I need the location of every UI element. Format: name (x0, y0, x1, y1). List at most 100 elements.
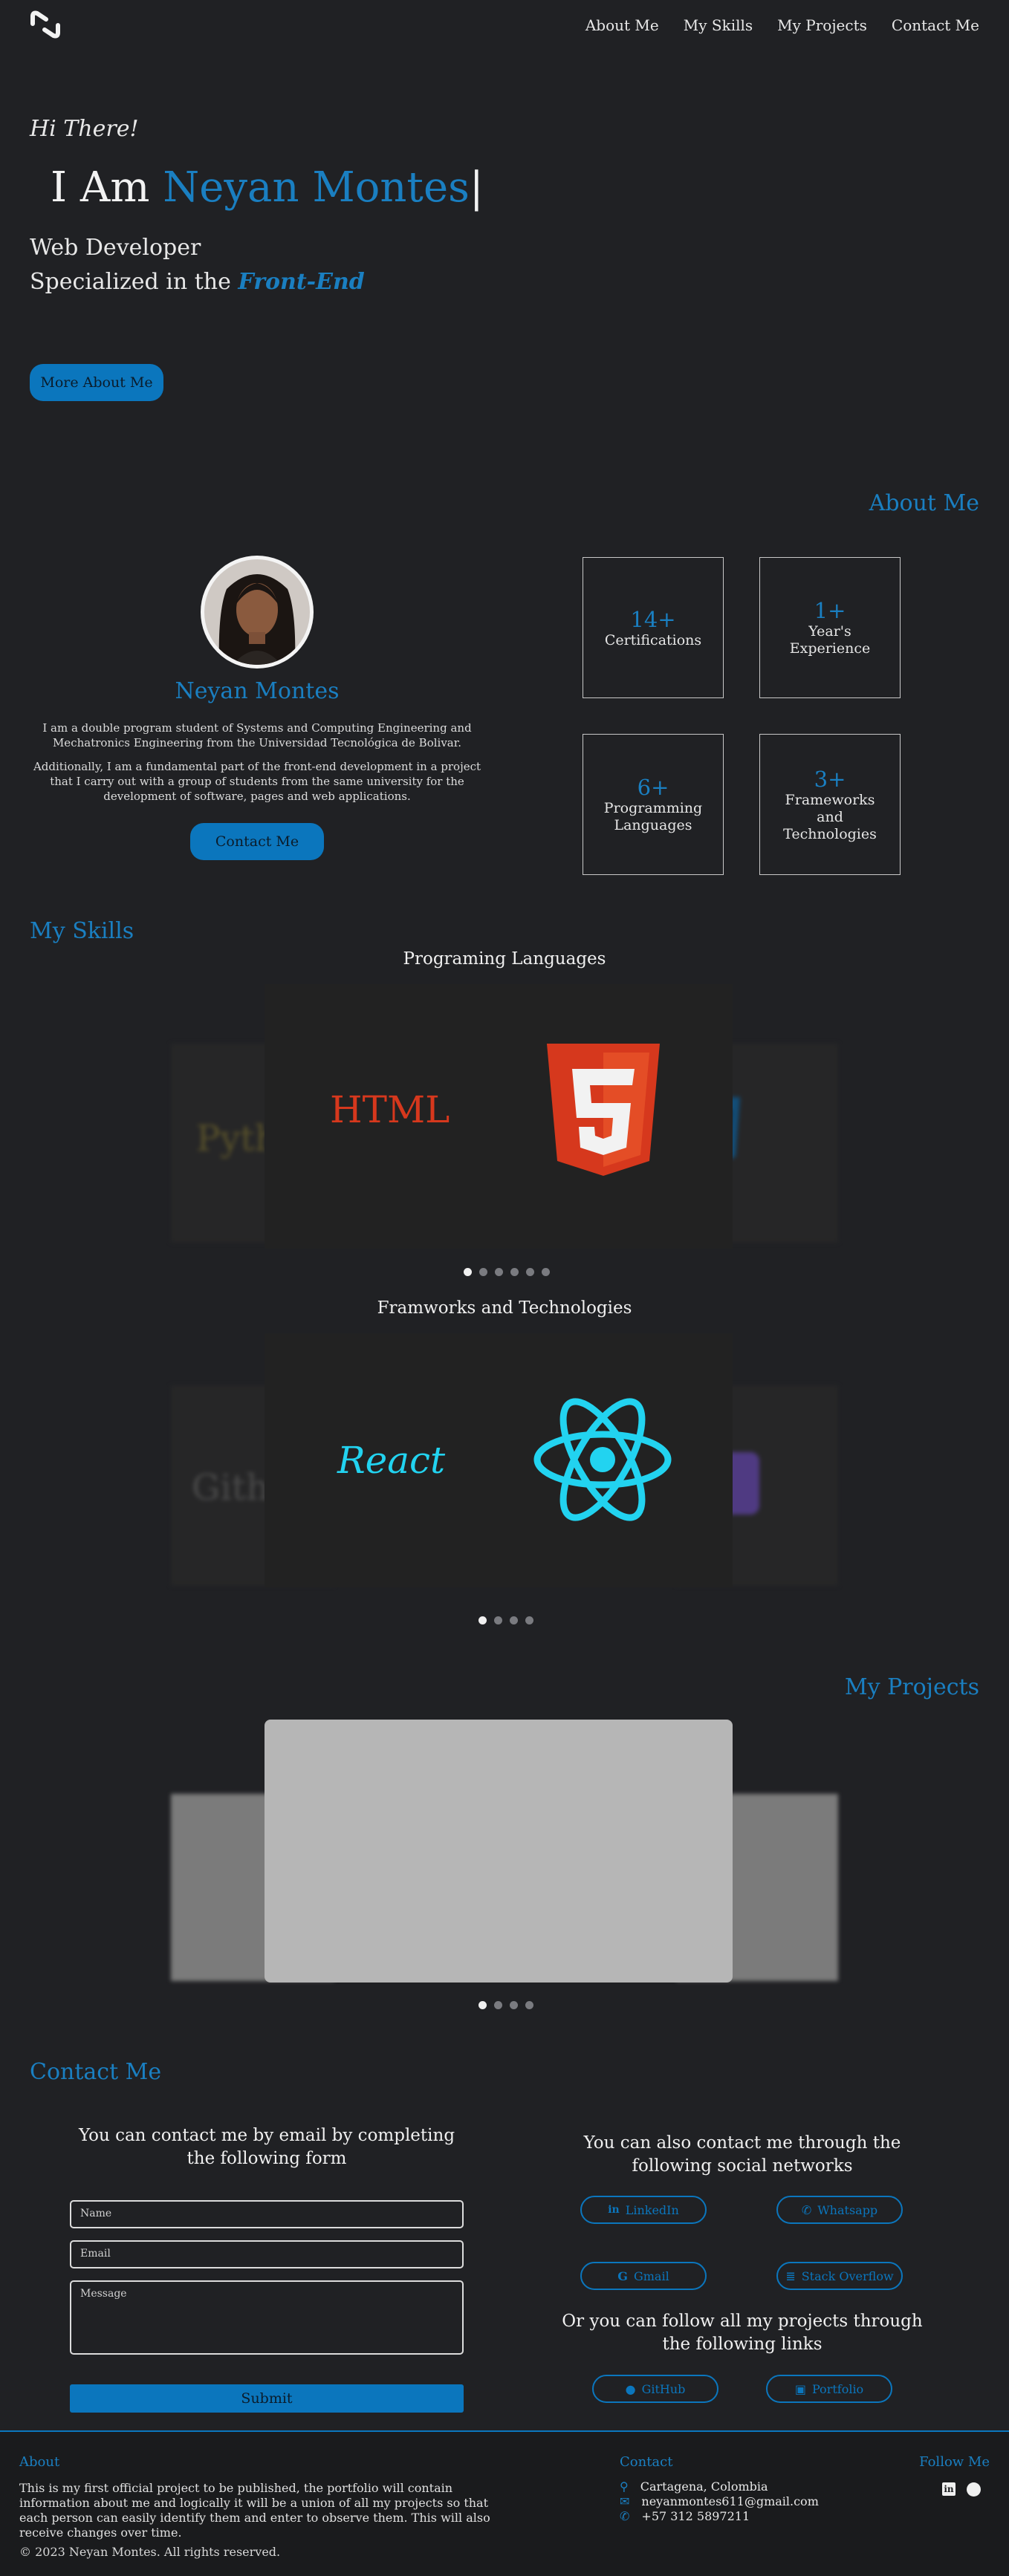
typing-cursor: | (469, 163, 484, 212)
languages-title: Programing Languages (403, 949, 606, 969)
carousel-dot[interactable] (478, 2001, 487, 2009)
stat-value: 3+ (814, 766, 846, 792)
stat-value: 14+ (630, 606, 676, 632)
follow-title: Or you can follow all my projects throug… (562, 2312, 923, 2354)
about-para-2: Additionally, I am a fundamental part of… (33, 760, 481, 803)
stat-frameworks: 3+ Frameworks and Technologies (759, 734, 901, 875)
nav-about-link[interactable]: About Me (585, 16, 659, 34)
phone-text: +57 312 5897211 (641, 2509, 750, 2523)
stat-experience: 1+ Year's Experience (759, 557, 901, 698)
stat-languages: 6+ Programming Languages (583, 734, 724, 875)
footer-about-text: This is my first official project to be … (19, 2481, 490, 2540)
skill-name: React (337, 1439, 446, 1482)
portfolio-button[interactable]: ▣ Portfolio (766, 2375, 892, 2403)
footer-email: ✉ neyanmontes611@gmail.com (620, 2494, 819, 2509)
about-heading: About Me (869, 490, 979, 516)
stat-label: Programming Languages (603, 800, 703, 833)
carousel-card-active[interactable]: React (265, 1333, 733, 1587)
hero-iam: I Am (51, 163, 150, 212)
avatar (201, 556, 314, 669)
carousel-dot[interactable] (510, 2001, 518, 2009)
footer-copyright: © 2023 Neyan Montes. All rights reserved… (19, 2545, 281, 2559)
languages-carousel[interactable]: Pyth HTML (171, 984, 838, 1252)
submit-button[interactable]: Submit (70, 2384, 464, 2413)
footer-linkedin-icon[interactable]: in (942, 2482, 956, 2496)
skill-name: HTML (330, 1088, 450, 1131)
footer-phone: ✆ +57 312 5897211 (620, 2509, 750, 2524)
project-card-active[interactable] (265, 1720, 733, 1983)
carousel-dot[interactable] (478, 1616, 487, 1624)
carousel-card-active[interactable]: HTML (265, 984, 733, 1249)
gmail-label: Gmail (633, 2268, 669, 2283)
footer: About This is my first official project … (0, 2430, 1009, 2576)
contact-me-button[interactable]: Contact Me (190, 823, 324, 860)
linkedin-label: LinkedIn (625, 2202, 679, 2217)
avatar-portrait (204, 559, 310, 665)
projects-carousel-dots (478, 2001, 533, 2009)
github-label: GitHub (641, 2381, 686, 2396)
hero-specialized-text: Specialized in the (30, 269, 231, 295)
hero-name: Neyan Montes (163, 163, 470, 212)
frameworks-carousel[interactable]: Gith React (171, 1333, 838, 1590)
nav-projects-link[interactable]: My Projects (777, 16, 867, 34)
email-field[interactable]: Email (70, 2240, 464, 2268)
frameworks-title: Framworks and Technologies (377, 1298, 632, 1318)
location-text: Cartagena, Colombia (640, 2479, 768, 2494)
top-nav: About Me My Skills My Projects Contact M… (0, 0, 1009, 52)
gmail-button[interactable]: G Gmail (580, 2262, 707, 2290)
stat-value: 6+ (637, 775, 669, 800)
stackoverflow-button[interactable]: ≣ Stack Overflow (776, 2262, 903, 2290)
nav-contact-link[interactable]: Contact Me (892, 16, 979, 34)
briefcase-icon: ▣ (794, 2381, 806, 2396)
stat-label: Frameworks and Technologies (783, 791, 877, 842)
form-title: You can contact me by email by completin… (78, 2126, 455, 2168)
phone-icon: ✆ (620, 2509, 630, 2523)
hero-specialized: Specialized in the Front-End (30, 269, 365, 295)
carousel-dot[interactable] (494, 1616, 502, 1624)
hero-role: Web Developer (30, 235, 201, 261)
nav-skills-link[interactable]: My Skills (684, 16, 753, 34)
carousel-dot[interactable] (510, 1616, 518, 1624)
projects-carousel[interactable] (171, 1720, 838, 1984)
carousel-dot[interactable] (526, 1268, 534, 1276)
more-about-button[interactable]: More About Me (30, 364, 163, 401)
about-name: Neyan Montes (175, 678, 340, 704)
footer-contact-heading: Contact (620, 2454, 673, 2470)
contact-heading: Contact Me (30, 2059, 162, 2085)
html5-icon (547, 1044, 660, 1176)
frameworks-carousel-dots (478, 1616, 533, 1624)
envelope-icon: ✉ (620, 2494, 630, 2508)
peek-label: Gith (192, 1467, 269, 1509)
footer-github-icon[interactable] (967, 2482, 981, 2497)
google-icon: G (617, 2268, 628, 2283)
carousel-dot[interactable] (510, 1268, 519, 1276)
hero-headline: I Am Neyan Montes| (51, 162, 484, 214)
github-button[interactable]: ● GitHub (592, 2375, 718, 2403)
email-text[interactable]: neyanmontes611@gmail.com (641, 2494, 818, 2509)
github-icon: ● (625, 2381, 636, 2396)
whatsapp-label: Whatsapp (817, 2202, 878, 2217)
name-field[interactable]: Name (70, 2200, 464, 2228)
carousel-dot[interactable] (525, 1616, 533, 1624)
stat-label: Year's Experience (789, 623, 871, 657)
linkedin-button[interactable]: in LinkedIn (580, 2196, 707, 2224)
map-pin-icon: ⚲ (620, 2479, 629, 2494)
linkedin-icon: in (608, 2204, 620, 2216)
stackoverflow-label: Stack Overflow (801, 2268, 894, 2283)
message-field[interactable]: Message (70, 2280, 464, 2355)
react-icon (533, 1398, 672, 1521)
hero-greeting: Hi There! (30, 116, 139, 142)
footer-about-heading: About (19, 2454, 60, 2470)
carousel-dot[interactable] (525, 2001, 533, 2009)
carousel-dot[interactable] (494, 2001, 502, 2009)
stackoverflow-icon: ≣ (785, 2268, 796, 2283)
carousel-dot[interactable] (479, 1268, 487, 1276)
stat-label: Certifications (604, 631, 702, 648)
carousel-dot[interactable] (495, 1268, 503, 1276)
nz-logo-icon[interactable] (30, 10, 61, 39)
footer-location: ⚲ Cartagena, Colombia (620, 2479, 768, 2494)
carousel-dot[interactable] (464, 1268, 472, 1276)
portfolio-label: Portfolio (811, 2381, 864, 2396)
whatsapp-button[interactable]: ✆ Whatsapp (776, 2196, 903, 2224)
carousel-dot[interactable] (542, 1268, 550, 1276)
